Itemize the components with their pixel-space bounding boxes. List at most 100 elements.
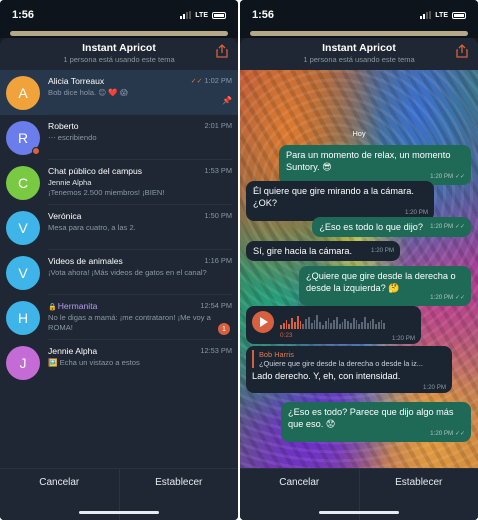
waveform-bar (344, 319, 347, 329)
battery-icon (212, 11, 226, 19)
chat-row[interactable]: V Verónica 1:50 PM Mesa para cuatro, a las … (0, 205, 238, 250)
waveform-bar (296, 316, 299, 329)
message-bubble-outgoing[interactable]: Para un momento de relax, un momento Sun… (279, 145, 471, 185)
waveform-bar (355, 320, 358, 329)
status-time: 1:56 (12, 9, 35, 21)
chat-preview-text: 🖼️ Echa un vistazo a estos (48, 358, 140, 367)
message-bubble-outgoing[interactable]: ¿Eso es todo lo que dijo? 1:20 PM ✓✓ (312, 217, 471, 237)
chat-time: 1:50 PM (204, 211, 232, 220)
waveform-bar (327, 318, 330, 329)
home-indicator (79, 511, 159, 514)
waveform-bar (372, 319, 375, 329)
waveform[interactable] (280, 315, 386, 329)
chat-time: 2:01 PM (204, 121, 232, 130)
message-bubble-outgoing[interactable]: ¿Quiere que gire desde la derecha o desd… (299, 266, 471, 306)
theme-subtitle: 1 persona está usando este tema (303, 55, 415, 64)
avatar: C (6, 166, 40, 200)
waveform-bar (291, 318, 293, 329)
quote-author: Bob Harris (259, 350, 294, 359)
waveform-bar (333, 320, 335, 329)
theme-sheet: Instant Apricot 1 persona está usando es… (0, 38, 238, 520)
sender-name: Jennie Alpha (48, 178, 92, 187)
lock-icon: 🔒 (48, 304, 57, 311)
waveform-bar (280, 325, 282, 329)
message-bubble-incoming[interactable]: Él quiere que gire mirando a la cámara. … (246, 181, 434, 221)
waveform-bar (285, 320, 288, 329)
waveform-bar (358, 324, 361, 329)
reply-text: Lado derecho. Y, eh, con intensidad. (252, 371, 401, 381)
waveform-bar (302, 324, 305, 329)
photo-icon: 🖼️ (48, 358, 60, 367)
avatar: H (6, 301, 40, 335)
waveform-bar (330, 323, 333, 329)
waveform-bar (299, 321, 302, 329)
pin-icon: 📌 (222, 96, 232, 105)
waveform-bar (366, 323, 369, 329)
waveform-bar (307, 317, 310, 329)
chat-row[interactable]: C Chat público del campus 1:53 PM Jennie Al… (0, 160, 238, 205)
waveform-bar (335, 317, 338, 329)
chat-time: ✓✓ 1:02 PM (190, 76, 232, 85)
chat-row[interactable]: R Roberto 2:01 PM ⋯ escribiendo (0, 115, 238, 160)
chat-time: 12:53 PM (200, 346, 232, 355)
waveform-bar (319, 322, 321, 329)
waveform-bar (305, 319, 307, 329)
message-bubble-outgoing[interactable]: ¿Eso es todo? Parece que dijo algo más q… (281, 402, 471, 442)
quoted-message[interactable]: Bob Harris ¿Quiere que gire desde la der… (252, 350, 446, 368)
waveform-bar (377, 322, 380, 329)
waveform-bar (380, 320, 383, 329)
waveform-bar (313, 320, 316, 329)
waveform-bar (352, 318, 355, 329)
network-label: LTE (435, 11, 448, 19)
date-separator: Hoy (352, 129, 366, 138)
chat-preview-text: ¡Vota ahora! ¡Más videos de gatos en el … (48, 268, 207, 277)
status-bar: 1:56 LTE (240, 0, 478, 30)
avatar: V (6, 256, 40, 290)
network-label: LTE (195, 11, 208, 19)
typing-icon: ⋯ (48, 133, 58, 142)
chat-wallpaper: Hoy Para un momento de relax, un momento… (240, 70, 478, 468)
chat-preview-text: Mesa para cuatro, a las 2. (48, 223, 136, 232)
waveform-bar (361, 322, 363, 329)
action-bar: Cancelar Establecer (240, 468, 478, 520)
status-bar: 1:56 LTE (0, 0, 238, 30)
unread-badge: 1 (218, 323, 230, 335)
chat-list-preview: 1:56 LTE Instant Apricot 1 persona está … (0, 0, 238, 520)
play-icon[interactable] (252, 311, 274, 333)
chat-row[interactable]: H 🔒Hermanita 12:54 PM No le digas a mamá: ¡… (0, 295, 238, 340)
theme-title: Instant Apricot (322, 42, 396, 54)
chat-preview: 1:56 LTE Instant Apricot 1 persona está … (240, 0, 478, 520)
chat-row[interactable]: A Alicia Torreaux ✓✓ 1:02 PM Bob dice hola. … (0, 70, 238, 115)
waveform-bar (363, 317, 366, 329)
read-receipt-icon: ✓✓ (190, 78, 203, 85)
chat-row[interactable]: V Videos de animales 1:16 PM ¡Vota ahora! ¡… (0, 250, 238, 295)
share-icon[interactable] (455, 44, 469, 58)
chat-row[interactable]: J Jennie Alpha 12:53 PM 🖼️ Echa un vistazo … (0, 340, 238, 385)
waveform-bar (293, 322, 296, 329)
reply-message[interactable]: Bob Harris ¿Quiere que gire desde la der… (246, 346, 452, 393)
waveform-bar (369, 321, 372, 329)
waveform-bar (324, 321, 327, 329)
chat-list: A Alicia Torreaux ✓✓ 1:02 PM Bob dice hola. … (0, 70, 238, 385)
signal-icon (180, 11, 192, 19)
chat-preview-text: No le digas a mamá: ¡me contrataron! ¡Me… (48, 313, 211, 332)
status-time: 1:56 (252, 9, 275, 21)
chat-preview-text: Jennie Alpha ¡Tenemos 2.500 miembros! ¡BI… (48, 178, 165, 197)
sheet-header: Instant Apricot 1 persona está usando es… (240, 38, 478, 68)
signal-icon (420, 11, 432, 19)
message-bubble-incoming[interactable]: Sí, gire hacia la cámara. 1:20 PM (246, 241, 401, 261)
chat-time: 1:16 PM (204, 256, 232, 265)
action-bar: Cancelar Establecer (0, 468, 238, 520)
voice-message[interactable]: 0:23 1:20 PM (246, 306, 421, 344)
quote-text: ¿Quiere que gire desde la derecha o desd… (259, 359, 423, 368)
waveform-bar (338, 324, 341, 329)
theme-sheet: Instant Apricot 1 persona está usando es… (240, 38, 478, 520)
waveform-bar (316, 315, 319, 329)
chat-preview-text: Bob dice hola. 😊 ❤️ 😱 (48, 88, 128, 97)
voice-duration: 0:23 (280, 332, 293, 339)
waveform-bar (321, 325, 324, 329)
chat-time: 1:53 PM (204, 166, 232, 175)
chat-preview-text: ⋯ escribiendo (48, 133, 97, 142)
online-indicator (32, 147, 40, 155)
share-icon[interactable] (215, 44, 229, 58)
